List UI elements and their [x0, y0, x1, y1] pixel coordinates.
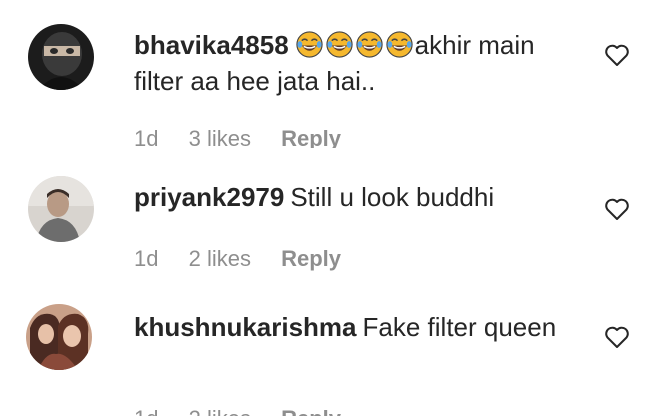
comment-username[interactable]: khushnukarishma: [134, 312, 357, 342]
comment-meta: 1d 3 likes Reply: [134, 126, 365, 148]
comment-text: Still u look buddhi: [290, 182, 495, 212]
face-with-tears-of-joy-icon: [355, 30, 384, 59]
avatar[interactable]: [28, 176, 94, 242]
reply-button[interactable]: Reply: [281, 246, 341, 271]
avatar[interactable]: [28, 24, 94, 90]
face-with-tears-of-joy-icon: [325, 30, 354, 59]
comment-body: priyank2979 Still u look buddhi: [134, 179, 574, 215]
comment-time[interactable]: 1d: [134, 406, 158, 416]
face-with-tears-of-joy-icon: [385, 30, 414, 59]
comment-likes[interactable]: 2 likes: [189, 406, 251, 416]
comment-meta: 1d 2 likes Reply: [134, 406, 365, 416]
like-heart-icon[interactable]: [604, 197, 630, 221]
comment-likes[interactable]: 2 likes: [189, 246, 251, 271]
comment-body: khushnukarishma Fake filter queen: [134, 309, 574, 345]
avatar[interactable]: [26, 304, 92, 370]
comment-body: bhavika4858 akhir main filter aa hee jata…: [134, 27, 574, 99]
comment-username[interactable]: bhavika4858: [134, 30, 289, 60]
avatar-image: [28, 24, 94, 90]
avatar-image: [28, 176, 94, 242]
comment-meta: 1d 2 likes Reply: [134, 246, 365, 272]
avatar-image: [26, 304, 92, 370]
face-with-tears-of-joy-icon: [295, 30, 324, 59]
like-heart-icon[interactable]: [604, 43, 630, 67]
reply-button[interactable]: Reply: [281, 406, 341, 416]
comment-username[interactable]: priyank2979: [134, 182, 284, 212]
comments-panel: bhavika4858 akhir main filter aa hee jata…: [0, 0, 670, 416]
comment-text: Fake filter queen: [362, 312, 557, 342]
comment-likes[interactable]: 3 likes: [189, 126, 251, 148]
reply-button[interactable]: Reply: [281, 126, 341, 148]
like-heart-icon[interactable]: [604, 325, 630, 349]
comment-time[interactable]: 1d: [134, 126, 158, 148]
comment-time[interactable]: 1d: [134, 246, 158, 271]
